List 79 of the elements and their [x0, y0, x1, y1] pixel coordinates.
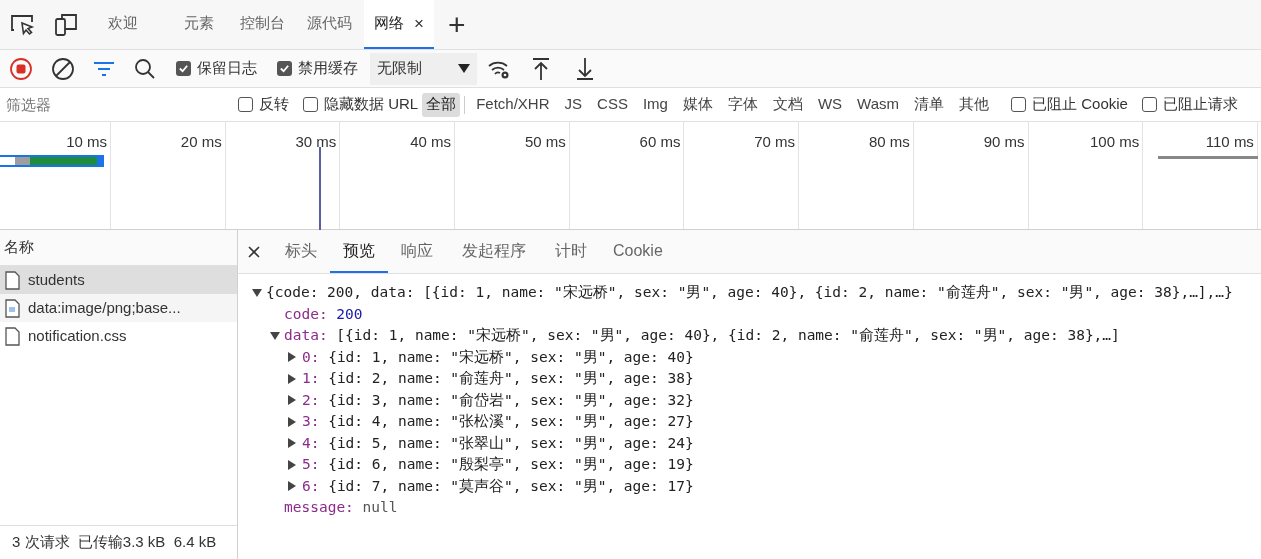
- name-column-header[interactable]: 名称: [0, 230, 237, 266]
- type-filter-button[interactable]: 全部: [422, 92, 461, 117]
- blocked-requests-checkbox[interactable]: [1141, 97, 1157, 112]
- time-tick-label: 30 ms: [295, 132, 337, 152]
- image-file-icon: [5, 298, 20, 318]
- property-line: 6: {id: 7, name: "莫声谷", sex: "男", age: 17}: [302, 476, 694, 496]
- blocked-cookies-checkbox[interactable]: [1011, 97, 1027, 112]
- checkbox-label[interactable]: 隐藏数据 URL: [324, 93, 419, 116]
- type-filter-button[interactable]: 清单: [910, 92, 949, 117]
- detail-tab[interactable]: 预览: [330, 230, 388, 273]
- disable-cache-checkbox[interactable]: [277, 61, 292, 76]
- time-tick-label: 50 ms: [524, 132, 566, 152]
- close-icon[interactable]: [248, 245, 260, 258]
- time-tick-label: 110 ms: [1205, 132, 1254, 152]
- devtools-tab[interactable]: 网络 ×: [364, 0, 434, 49]
- property-line: 0: {id: 1, name: "宋远桥", sex: "男", age: 40}: [302, 347, 694, 367]
- hide-data-urls-checkbox[interactable]: [303, 97, 318, 112]
- invert-checkbox[interactable]: [238, 97, 253, 112]
- checkmark-icon: [279, 63, 290, 74]
- checkbox-label[interactable]: 反转: [259, 93, 289, 116]
- devtools-tab[interactable]: 控制台: [230, 0, 295, 49]
- property-line: 4: {id: 5, name: "张翠山", sex: "男", age: 24}: [302, 433, 694, 453]
- devtools-tab[interactable]: 元素: [174, 0, 224, 49]
- detail-tab[interactable]: 标头: [272, 230, 330, 273]
- type-filter-button[interactable]: CSS: [593, 92, 632, 117]
- checkbox-label[interactable]: 已阻止 Cookie: [1032, 93, 1128, 116]
- type-filter-button[interactable]: 其他: [955, 92, 994, 117]
- type-filter-button[interactable]: WS: [813, 92, 847, 117]
- record-icon[interactable]: [9, 56, 33, 81]
- time-tick-label: 10 ms: [66, 132, 107, 152]
- time-tick-label: 70 ms: [754, 132, 796, 152]
- close-tab-button[interactable]: ×: [414, 10, 424, 37]
- checkmark-icon: [178, 63, 189, 74]
- upload-icon[interactable]: [531, 56, 551, 81]
- time-tick-label: 60 ms: [639, 132, 681, 152]
- type-filter-button[interactable]: JS: [560, 92, 587, 117]
- type-filter-button[interactable]: Fetch/XHR: [472, 92, 554, 117]
- devtools-tab[interactable]: 源代码: [297, 0, 362, 49]
- clear-icon[interactable]: [51, 56, 75, 81]
- new-tab-button[interactable]: +: [447, 9, 466, 40]
- request-row[interactable]: students: [0, 266, 237, 294]
- checkbox-label[interactable]: 已阻止请求: [1162, 93, 1238, 116]
- request-row[interactable]: data:image/png;base...: [0, 294, 237, 322]
- time-tick-label: 90 ms: [983, 132, 1025, 152]
- throttling-dropdown[interactable]: 无限制: [370, 52, 477, 85]
- download-icon[interactable]: [575, 56, 595, 81]
- type-filter-button[interactable]: 文档: [768, 92, 807, 117]
- time-tick-label: 40 ms: [410, 132, 452, 152]
- caret-icon: [458, 64, 470, 73]
- search-icon[interactable]: [134, 57, 156, 80]
- inspect-icon[interactable]: [10, 13, 36, 36]
- type-filter-button[interactable]: Wasm: [853, 92, 904, 117]
- checkbox-label[interactable]: 禁用缓存: [298, 57, 358, 80]
- filter-icon[interactable]: [93, 60, 115, 77]
- checkbox-label[interactable]: 保留日志: [197, 57, 257, 80]
- preserve-log-checkbox[interactable]: [176, 61, 191, 76]
- type-filter-button[interactable]: Img: [638, 92, 672, 117]
- time-tick-label: 80 ms: [868, 132, 910, 152]
- object-summary: {code: 200, data: [{id: 1, name: "宋远桥", sex: "男", age: 40}, {id: 2, name: "俞莲舟", sex: "男", age: 38},…],…}: [266, 283, 1233, 302]
- device-icon[interactable]: [54, 12, 78, 37]
- detail-tab[interactable]: 响应: [388, 230, 446, 273]
- detail-tab[interactable]: Cookie: [600, 230, 676, 273]
- time-tick-label: 20 ms: [180, 132, 222, 152]
- property-line: 2: {id: 3, name: "俞岱岩", sex: "男", age: 32}: [302, 390, 694, 410]
- status-bar: 3 次请求 已传输3.3 kB 6.4 kB: [0, 525, 237, 559]
- property-line: 1: {id: 2, name: "俞莲舟", sex: "男", age: 38}: [302, 369, 694, 388]
- detail-tab[interactable]: 发起程序: [446, 230, 542, 273]
- time-tick-label: 100 ms: [1090, 132, 1140, 152]
- property-line: 3: {id: 4, name: "张松溪", sex: "男", age: 27}: [302, 412, 694, 431]
- property-line: data: [{id: 1, name: "宋远桥", sex: "男", age: 40}, {id: 2, name: "俞莲舟", sex: "男", age: 38},…]: [284, 326, 1120, 345]
- property-line: 5: {id: 6, name: "殷梨亭", sex: "男", age: 19}: [302, 455, 694, 474]
- property-line: code: 200: [284, 304, 363, 324]
- type-filter-button[interactable]: 字体: [723, 92, 762, 117]
- file-icon: [5, 270, 20, 290]
- type-filter-button[interactable]: 媒体: [678, 92, 717, 117]
- detail-tab[interactable]: 计时: [542, 230, 600, 273]
- file-icon: [5, 326, 20, 346]
- devtools-tab[interactable]: 欢迎: [98, 0, 148, 49]
- property-line: message: null: [284, 498, 398, 517]
